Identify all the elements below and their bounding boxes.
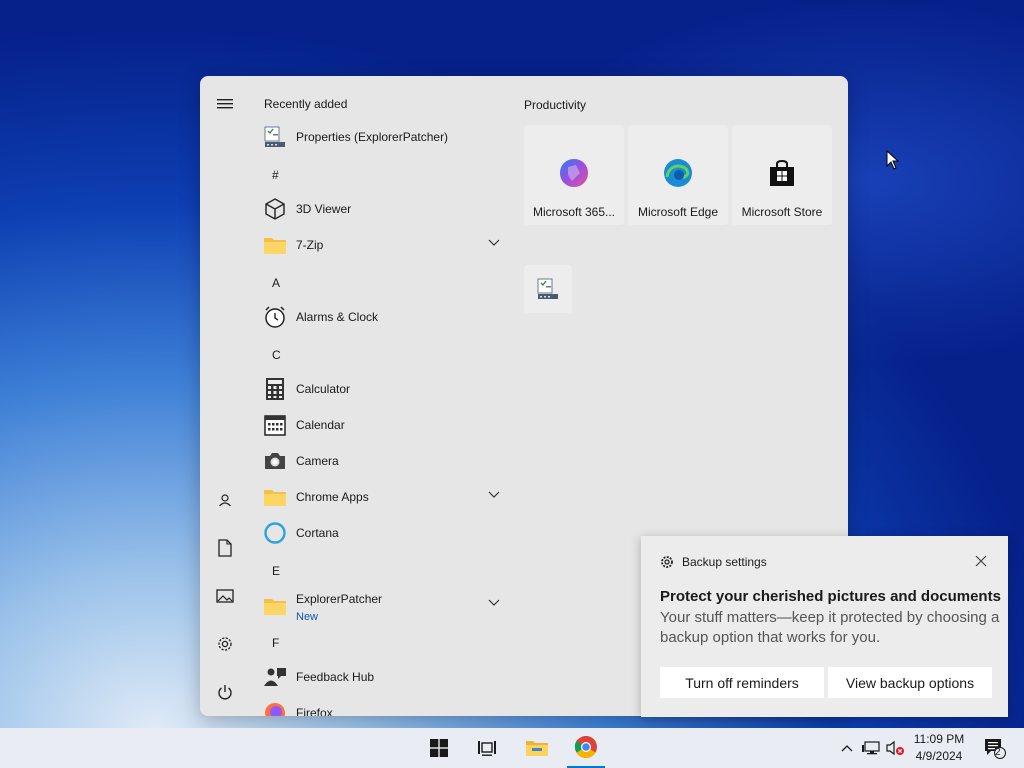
chevron-up-icon <box>841 745 853 752</box>
folder-icon <box>262 232 288 258</box>
section-letter-hash[interactable]: # <box>272 168 279 182</box>
document-icon <box>218 539 232 557</box>
toast-title: Protect your cherished pictures and docu… <box>660 588 1001 605</box>
toast-app-name: Backup settings <box>682 555 767 569</box>
camera-icon <box>262 448 288 474</box>
cube-icon <box>262 196 288 222</box>
chrome-taskbar-button[interactable] <box>567 728 605 768</box>
section-letter-f[interactable]: F <box>272 636 279 650</box>
app-item-feedback-hub[interactable]: Feedback Hub <box>260 661 502 693</box>
task-view-button[interactable] <box>468 728 506 768</box>
firefox-icon <box>262 700 288 716</box>
close-icon[interactable] <box>974 554 988 568</box>
app-item-calculator[interactable]: Calculator <box>260 373 502 405</box>
power-button[interactable] <box>213 680 237 704</box>
chevron-down-icon <box>488 239 500 246</box>
app-item-cortana[interactable]: Cortana <box>260 517 502 549</box>
view-backup-options-button[interactable]: View backup options <box>828 667 992 698</box>
gear-icon <box>218 637 232 651</box>
notification-icon <box>985 739 1006 759</box>
start-rail <box>200 76 250 716</box>
section-letter-e[interactable]: E <box>272 564 280 578</box>
app-item-explorerpatcher[interactable]: ExplorerPatcher New <box>260 589 502 623</box>
tile-microsoft-edge[interactable]: Microsoft Edge <box>628 125 728 225</box>
calculator-icon <box>262 376 288 402</box>
app-item-calendar[interactable]: Calendar <box>260 409 502 441</box>
file-explorer-icon <box>526 741 548 756</box>
gear-icon <box>661 556 673 568</box>
properties-icon <box>537 278 558 299</box>
mouse-cursor-icon <box>886 150 900 170</box>
taskbar: 11:09 PM 4/9/2024 2 <box>0 728 1024 768</box>
app-item-properties-explorerpatcher[interactable]: Properties (ExplorerPatcher) <box>260 121 502 153</box>
store-icon <box>770 159 794 186</box>
action-center-button[interactable]: 2 <box>978 728 1010 768</box>
app-item-chrome-apps[interactable]: Chrome Apps <box>260 481 502 513</box>
power-icon <box>218 685 232 700</box>
hamburger-menu-button[interactable] <box>213 92 237 116</box>
file-explorer-button[interactable] <box>518 728 556 768</box>
m365-icon <box>560 159 588 187</box>
folder-icon <box>262 484 288 510</box>
volume-muted-icon <box>886 740 904 756</box>
pictures-icon <box>216 589 234 603</box>
app-item-alarms-clock[interactable]: Alarms & Clock <box>260 301 502 333</box>
app-item-firefox[interactable]: Firefox <box>260 697 502 716</box>
folder-icon <box>262 593 288 619</box>
chevron-down-icon <box>488 491 500 498</box>
clock-date: 4/9/2024 <box>915 749 963 763</box>
properties-icon <box>262 124 288 150</box>
taskbar-clock[interactable]: 11:09 PM 4/9/2024 <box>906 731 972 765</box>
task-view-icon <box>478 741 496 756</box>
new-badge: New <box>296 611 319 623</box>
app-item-7-zip[interactable]: 7-Zip <box>260 229 502 261</box>
toast-header: Backup settings <box>660 555 767 569</box>
app-item-camera[interactable]: Camera <box>260 445 502 477</box>
notification-count-badge: 2 <box>995 747 1001 758</box>
documents-button[interactable] <box>213 536 237 560</box>
hamburger-icon <box>217 99 233 109</box>
chrome-icon <box>574 736 597 758</box>
tile-group-title[interactable]: Productivity <box>524 98 586 112</box>
windows-logo-icon <box>430 739 448 757</box>
clock-icon <box>262 304 288 330</box>
app-item-3d-viewer[interactable]: 3D Viewer <box>260 193 502 225</box>
start-button[interactable] <box>420 728 458 768</box>
app-list: Recently added Properties (ExplorerPatch… <box>260 76 510 716</box>
network-tray-button[interactable] <box>861 728 881 768</box>
chevron-down-icon <box>488 599 500 606</box>
show-hidden-icons-button[interactable] <box>838 728 856 768</box>
calendar-icon <box>262 412 288 438</box>
tile-properties-small[interactable] <box>524 265 572 313</box>
network-icon <box>862 741 880 755</box>
section-letter-c[interactable]: C <box>272 348 281 362</box>
user-icon <box>219 494 231 507</box>
feedback-icon <box>262 664 288 690</box>
settings-button[interactable] <box>213 632 237 656</box>
toast-body: Your stuff matters—keep it protected by … <box>660 609 1000 646</box>
backup-toast-notification: Backup settings Protect your cherished p… <box>641 536 1008 717</box>
turn-off-reminders-button[interactable]: Turn off reminders <box>660 667 824 698</box>
tile-microsoft-365[interactable]: Microsoft 365... <box>524 125 624 225</box>
section-letter-a[interactable]: A <box>272 276 280 290</box>
edge-icon <box>664 159 692 187</box>
recently-added-heading: Recently added <box>264 97 348 111</box>
clock-time: 11:09 PM <box>913 732 965 746</box>
pictures-button[interactable] <box>213 584 237 608</box>
cortana-icon <box>262 520 288 546</box>
user-account-button[interactable] <box>213 488 237 512</box>
tile-microsoft-store[interactable]: Microsoft Store <box>732 125 832 225</box>
volume-tray-button[interactable] <box>884 728 906 768</box>
